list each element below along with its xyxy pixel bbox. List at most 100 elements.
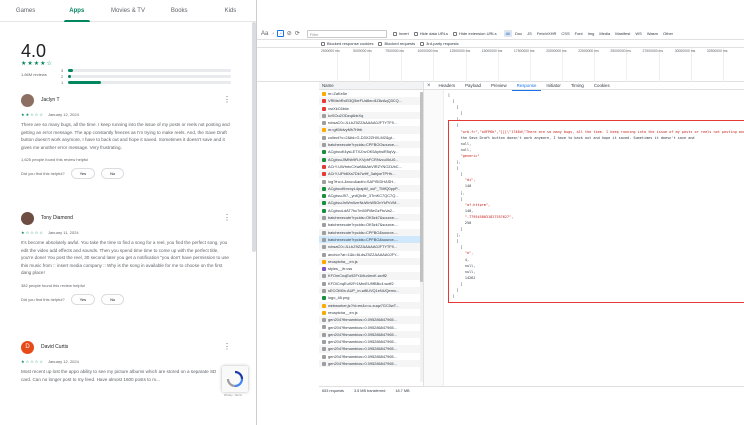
request-row[interactable]: gen204?fbmambios=0.095286847965... [319,338,423,345]
type-filter-all[interactable]: All [503,30,513,37]
store-tab-games[interactable]: Games [0,0,51,22]
aa-font-icon[interactable]: Aa [261,31,268,37]
tab-timing[interactable]: Timing [566,82,589,90]
request-row[interactable]: logo_48.png [319,294,423,301]
request-row[interactable]: anchor?ar=1&k=6LdsZ9ZZAAAAA0JFY... [319,251,423,258]
clear-icon[interactable]: ⊘ [287,30,292,37]
type-filter-wasm[interactable]: Wasm [645,30,660,37]
request-row[interactable]: vsrXkC6bIw [319,105,423,112]
request-row[interactable]: ACrY-UWhrtcCXw88AAbVIRZYNOZUbC... [319,163,423,170]
request-row[interactable]: rcbsaC0=JLLbZ9ZZAAAAA0JFTYTF9... [319,243,423,251]
type-filter-media[interactable]: Media [597,30,612,37]
more-options-icon[interactable]: ⋮ [223,341,231,353]
tab-headers[interactable]: Headers [434,82,461,90]
match-case-icon[interactable]: .* [271,31,274,36]
toggle-blocked-requests[interactable]: Blocked requests [378,41,415,46]
toggle-invert[interactable]: Invert [392,31,409,36]
request-row[interactable]: ACgbcuKbrcxyL4papM_ouF_TMfQ0ppP... [319,184,423,193]
refresh-icon[interactable]: ⟳ [295,30,300,37]
request-row[interactable]: ACgbcuJIMNh9R-KVphFCRNvcuXkU0... [319,155,423,163]
rating-bar-label: 3 [61,67,64,73]
tab-response[interactable]: Response [511,82,542,91]
helpful-no-button[interactable]: No [101,293,125,305]
request-row[interactable]: sECOM0n.AUP_m-wBUVQ1eNUQemx... [319,287,423,295]
request-row[interactable]: styles__ltr.css [319,265,423,272]
toggle-blocked-response-cookies[interactable]: Blocked response cookies [321,41,373,46]
tab-preview[interactable]: Preview [486,82,512,90]
toggle-label: 3rd-party requests [426,41,459,46]
helpful-no-button[interactable]: No [101,168,125,180]
store-tab-movies-tv[interactable]: Movies & TV [102,0,153,22]
more-options-icon[interactable]: ⋮ [223,94,231,106]
request-row[interactable]: batchexecute?rpcids=OK5zk7&source-... [319,221,423,228]
request-name: log?fru=L&rcuo&auth=SAPISIDHASH... [328,178,397,184]
request-row[interactable]: recaptcha__en.js [319,309,423,316]
recaptcha-terms[interactable]: Privacy - Terms [224,394,242,397]
request-row[interactable]: gen204?fbmambios=0.095286847965... [319,324,423,331]
store-tab-books[interactable]: Books [154,0,205,22]
name-column-header[interactable]: Name [319,82,423,90]
resource-type-icon [322,340,326,345]
request-row[interactable]: batchexecute?rpcids=CPFBOOsource-... [319,141,423,149]
request-row[interactable]: m=ZaKe5e [319,90,423,97]
toggle-3rd-party-requests[interactable]: 3rd-party requests [420,41,459,46]
type-filter-manifest[interactable]: Manifest [613,30,632,37]
regex-icon[interactable]: .* [277,30,284,37]
tab-cookies[interactable]: Cookies [589,82,615,90]
request-row[interactable]: collect?v=2&tid=G-D3X2ZHXLM2&gt... [319,134,423,141]
type-filter-ws[interactable]: WS [633,30,643,37]
helpful-yes-button[interactable]: Yes [70,293,96,305]
request-row[interactable]: batchexecute?rpcids=CPFBO&source-... [319,228,423,236]
request-row[interactable]: m=gKMdvyMh7Hhb [319,126,423,134]
tab-initiator[interactable]: Initiator [541,82,565,90]
request-row[interactable]: ACgbcuK4ysLETXZnvOK5AyhsiR5qVy... [319,148,423,155]
close-icon[interactable]: × [424,83,434,89]
network-overview-timeline[interactable]: 2500000 ms 5000000 ms 7500000 ms 10000000 m… [257,48,744,82]
response-viewer[interactable]: [ [ [ ] ], [ "wrb.fr","oUFP6b","[[[\"174… [423,90,744,386]
toggle-hide-data-urls[interactable]: Hide data URLs [413,31,448,36]
request-row[interactable]: batchexecute?rpcids=OK5zk7&source-... [319,214,423,222]
filter-input[interactable]: Filter [306,29,387,38]
request-row[interactable]: gen204?fbmambios=0.095286847965... [319,316,423,324]
helpful-yes-button[interactable]: Yes [70,168,96,180]
rating-bar-label: 1 [61,79,64,85]
type-filter-font[interactable]: Font [573,30,585,37]
store-tab-apps[interactable]: Apps [51,0,102,22]
request-row[interactable]: ACgbcuLdAT7hc7m50Pi8eGzFtuVa2... [319,207,423,214]
request-row[interactable]: log?fru=L&rcuo&auth=SAPISIDHASH... [319,178,423,185]
request-row[interactable]: gen204?fbmambios=0.095286847965... [319,359,423,368]
checkbox-icon [321,41,325,46]
request-name: gen204?fbmambios=0.095286847965... [328,353,397,359]
type-filter-fetch-xhr[interactable]: Fetch/XHR [535,30,559,37]
toggle-hide-extension-urls[interactable]: Hide extension URLs [453,31,497,36]
type-filter-img[interactable]: Img [586,30,597,37]
request-row[interactable]: gen204?fbmambios=0.095286847965... [319,330,423,339]
reviewer-name: Jaclyn T [41,97,60,103]
request-row[interactable]: ACgbcuJnWm0zrrNuWnW5OnYkPcVM... [319,199,423,207]
store-tab-kids[interactable]: Kids [205,0,256,22]
request-row[interactable]: kvSOu2ODzqAbkXq [319,111,423,120]
request-row[interactable]: ACgbcuJ97-_yrdQh4tr_3TmKC7QC7Q... [319,192,423,199]
filter-toggles: Invert Hide data URLs Hide extension URLs [392,31,502,36]
more-options-icon[interactable]: ⋮ [223,212,231,224]
request-row[interactable]: KFOlCnqEu92Fr1MmEU9fBBc4.woff2 [319,280,423,287]
request-row[interactable]: KFOmCnqEu92Fr1Mu4mxK.woff2 [319,272,423,280]
resource-type-icon [322,135,326,140]
type-filter-css[interactable]: CSS [559,30,571,37]
type-filter-other[interactable]: Other [661,30,675,37]
request-row[interactable]: VRMshRcEl3Q5IeFUd8w=8Z8zAqQ3CQ... [319,97,423,105]
type-filter-doc[interactable]: Doc [513,30,524,37]
resource-type-icon [322,208,326,213]
request-row[interactable]: gen204?fbmambios=0.095286847965... [319,353,423,360]
request-row[interactable]: rcbsaC0=JLLbZ9ZZAAAAA0JFTYTF9... [319,119,423,126]
request-row[interactable]: batchexecute?rpcids=CPFBO&source-... [319,235,423,244]
request-row[interactable]: recaptcha__en.js [319,257,423,266]
request-row[interactable]: ACrY-UPb8Xa7Dk7wHf_3ahjxeTPHh... [319,170,423,178]
recaptcha-badge[interactable] [222,366,248,392]
request-row[interactable]: gen204?fbmambios=0.095286847965... [319,345,423,353]
request-list[interactable]: m=ZaKe5e VRMshRcEl3Q5IeFUd8w=8Z8zAqQ3CQ..… [319,90,423,386]
tab-payload[interactable]: Payload [460,82,486,90]
request-row[interactable]: webworker.js?hl=en&v=u-xuqz7GC0wT... [319,301,423,309]
type-filter-js[interactable]: JS [525,30,534,37]
resource-type-icon [322,252,326,257]
